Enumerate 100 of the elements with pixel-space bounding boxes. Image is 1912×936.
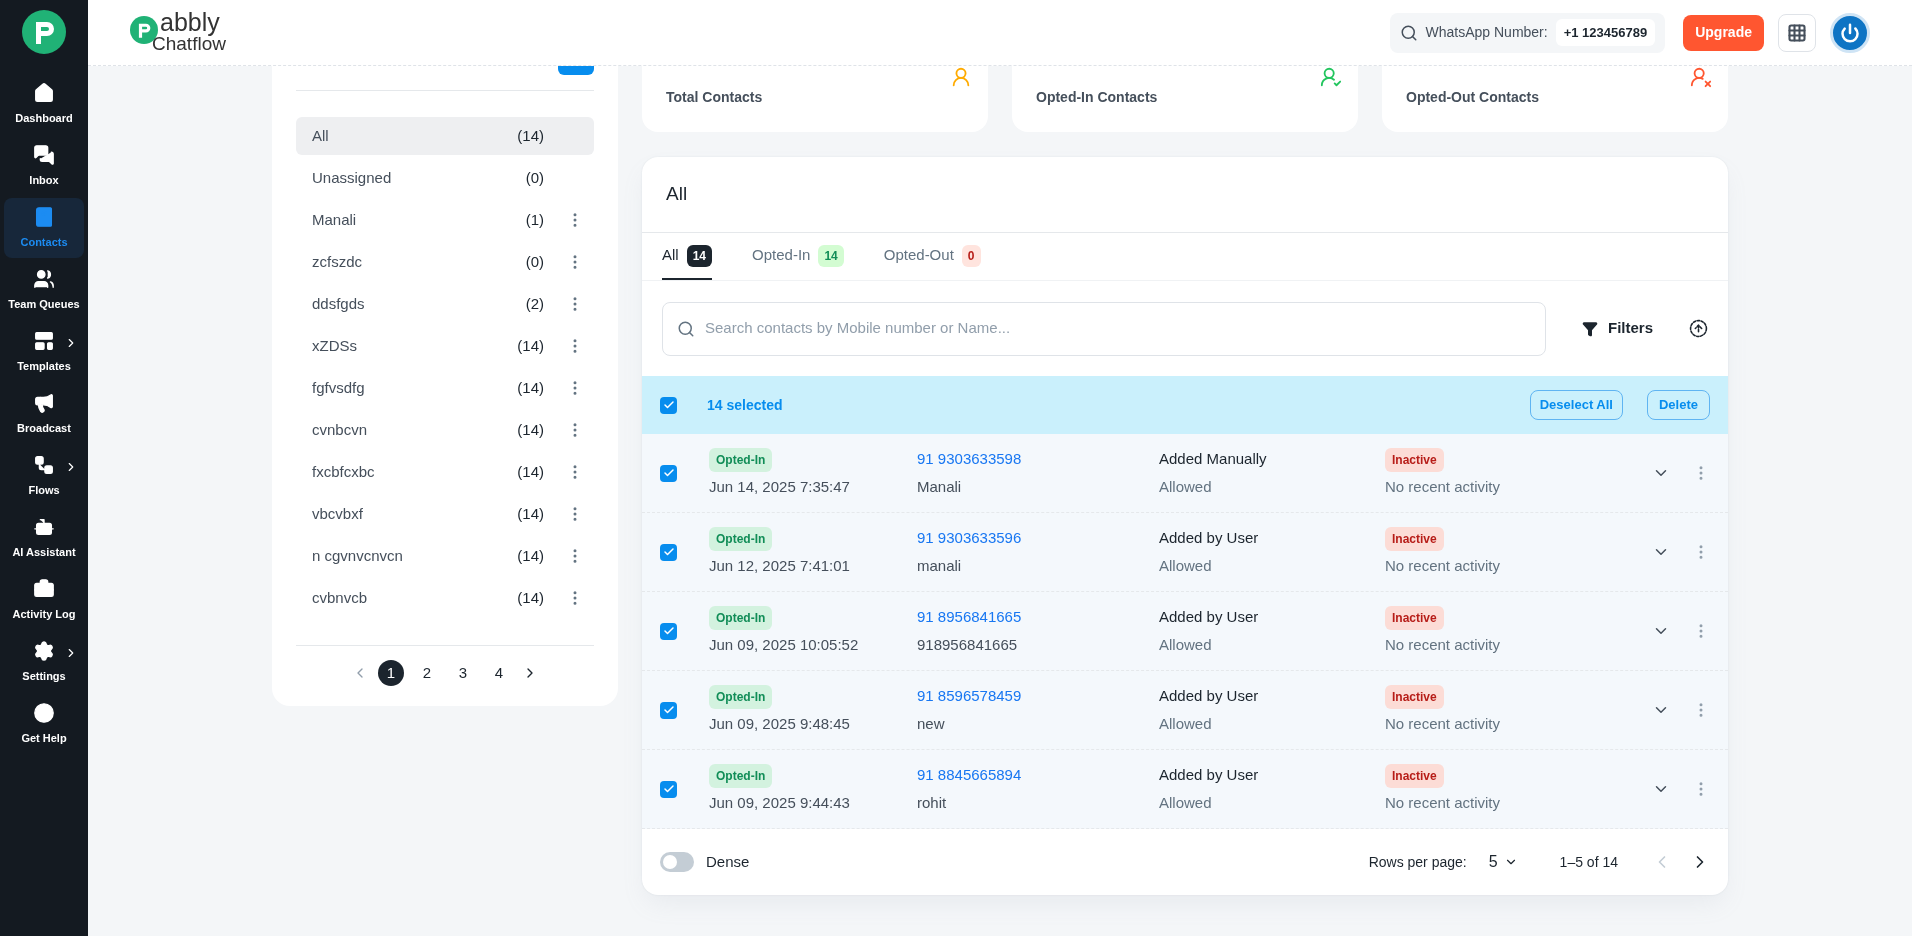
checkbox[interactable]: [660, 543, 677, 561]
layout-icon: [33, 329, 55, 352]
activity-text: No recent activity: [1385, 555, 1501, 576]
group-count: (14): [516, 503, 544, 524]
nav-item[interactable]: Team Queues: [4, 260, 84, 320]
date-text: Jun 09, 2025 10:05:52: [709, 634, 859, 655]
permission-text: Allowed: [1159, 556, 1212, 576]
checkbox[interactable]: [660, 464, 677, 482]
check-icon: [662, 399, 675, 411]
contact-row[interactable]: Opted-In Jun 09, 2025 9:48:45 91 8596578459 new Added by User Allowed Inactive No recent activity: [642, 671, 1728, 750]
group-count: (1): [524, 209, 544, 230]
search-field[interactable]: Search contacts by Mobile number or Name...: [662, 301, 1546, 356]
activity-badge: Inactive: [1385, 447, 1444, 472]
group-count: (0): [524, 251, 544, 272]
status-badge: Opted-In: [709, 763, 773, 788]
group-item[interactable]: cvnbcvn (14): [296, 411, 594, 449]
group-item[interactable]: cvbnvcb (14): [296, 579, 594, 617]
nav-item[interactable]: Get Help: [4, 694, 84, 754]
group-item[interactable]: n cgvnvcnvcn (14): [296, 537, 594, 575]
search-icon: [677, 319, 695, 338]
date-text: Jun 12, 2025 7:41:01: [709, 555, 850, 576]
nav-item[interactable]: Templates: [4, 322, 84, 382]
filter-tab[interactable]: All 14: [662, 233, 713, 280]
page-button[interactable]: 3: [450, 660, 476, 686]
page-button[interactable]: 1: [378, 660, 404, 686]
group-item[interactable]: Unassigned (0): [296, 159, 594, 197]
nav-item[interactable]: Dashboard: [4, 74, 84, 134]
power-icon: [1840, 22, 1860, 43]
group-count: (0): [524, 167, 544, 188]
group-count: (14): [516, 545, 544, 566]
date-text: Jun 09, 2025 9:44:43: [709, 792, 850, 813]
date-text: Jun 14, 2025 7:35:47: [709, 476, 850, 497]
group-item[interactable]: ddsfgds (2): [296, 285, 594, 323]
group-name: All: [312, 125, 330, 146]
filters-button[interactable]: Filters: [1574, 310, 1661, 347]
check-icon: [662, 467, 675, 479]
page-button[interactable]: 4: [486, 660, 512, 686]
contact-row[interactable]: Opted-In Jun 09, 2025 9:44:43 91 8845665894 rohit Added by User Allowed Inactive No recent activity: [642, 750, 1728, 829]
rows-per-page-select[interactable]: 5: [1488, 850, 1518, 874]
nav-item[interactable]: AI Assistant: [4, 508, 84, 568]
contact-row[interactable]: Opted-In Jun 14, 2025 7:35:47 91 9303633598 Manali Added Manually Allowed Inactive No recent activity: [642, 434, 1728, 513]
source-text: Added by User: [1159, 685, 1259, 706]
activity-text: No recent activity: [1385, 476, 1501, 497]
upload-icon[interactable]: [1689, 319, 1708, 338]
contact-row[interactable]: Opted-In Jun 12, 2025 7:41:01 91 9303633596 manali Added by User Allowed Inactive No recent activity: [642, 513, 1728, 592]
activity-badge: Inactive: [1385, 763, 1444, 788]
status-badge: Opted-In: [709, 526, 773, 551]
contact-name: 918956841665: [917, 635, 1018, 655]
group-item[interactable]: Manali (1): [296, 201, 594, 239]
phone-link[interactable]: 91 8596578459: [917, 684, 1022, 707]
status-badge: Opted-In: [709, 447, 773, 472]
phone-link[interactable]: 91 9303633598: [917, 447, 1022, 470]
group-item[interactable]: All (14): [296, 117, 594, 155]
filter-icon: [1582, 320, 1598, 337]
activity-badge: Inactive: [1385, 684, 1444, 709]
account-avatar[interactable]: [1830, 12, 1870, 53]
contact-row[interactable]: Opted-In Jun 09, 2025 10:05:52 91 8956841665 918956841665 Added by User Allowed Inactive No recent activity: [642, 592, 1728, 671]
nav-item[interactable]: Activity Log: [4, 570, 84, 630]
group-item[interactable]: fgfvsdfg (14): [296, 369, 594, 407]
source-text: Added by User: [1159, 527, 1259, 548]
group-item[interactable]: vbcvbxf (14): [296, 495, 594, 533]
people-icon: [33, 267, 55, 290]
phone-link[interactable]: 91 9303633596: [917, 526, 1022, 549]
nav-item[interactable]: Settings: [4, 632, 84, 692]
group-name: n cgvnvcnvcn: [312, 545, 404, 566]
checkbox[interactable]: [660, 701, 677, 719]
nav-item[interactable]: Contacts: [4, 198, 84, 258]
status-badge: Opted-In: [709, 605, 773, 630]
search-input[interactable]: Search contacts by Mobile number or Name...: [705, 317, 1531, 340]
contact-name: manali: [917, 556, 962, 576]
group-name: cvbnvcb: [312, 587, 369, 608]
whatsapp-number-field[interactable]: WhatsApp Number: +1 123456789: [1389, 12, 1666, 53]
apps-button[interactable]: [1778, 13, 1816, 52]
filter-tab[interactable]: Opted-In 14: [752, 233, 844, 280]
nav-item[interactable]: Broadcast: [4, 384, 84, 444]
dense-switch[interactable]: [660, 852, 694, 872]
group-name: vbcvbxf: [312, 503, 364, 524]
checkbox[interactable]: [660, 780, 677, 798]
nav-item[interactable]: Inbox: [4, 136, 84, 196]
stat-label: Opted-In Contacts: [1036, 88, 1158, 107]
phone-link[interactable]: 91 8845665894: [917, 763, 1022, 786]
checkbox[interactable]: [660, 622, 677, 640]
group-item[interactable]: zcfszdc (0): [296, 243, 594, 281]
grid-icon: [1787, 22, 1807, 43]
filter-tab[interactable]: Opted-Out 0: [883, 233, 981, 280]
group-name: xZDSs: [312, 335, 358, 356]
page-button[interactable]: 2: [414, 660, 440, 686]
add-group-button[interactable]: [558, 66, 594, 75]
group-item[interactable]: fxcbfcxbc (14): [296, 453, 594, 491]
group-item[interactable]: xZDSs (14): [296, 327, 594, 365]
group-name: zcfszdc: [312, 251, 363, 272]
nav-item[interactable]: Flows: [4, 446, 84, 506]
checkbox[interactable]: [660, 396, 677, 414]
phone-link[interactable]: 91 8956841665: [917, 605, 1022, 628]
group-name: Unassigned: [312, 167, 393, 188]
permission-text: Allowed: [1159, 477, 1212, 497]
permission-text: Allowed: [1159, 793, 1212, 813]
stat-label: Opted-Out Contacts: [1406, 88, 1539, 107]
group-name: fxcbfcxbc: [312, 461, 376, 482]
group-name: fgfvsdfg: [312, 377, 366, 398]
